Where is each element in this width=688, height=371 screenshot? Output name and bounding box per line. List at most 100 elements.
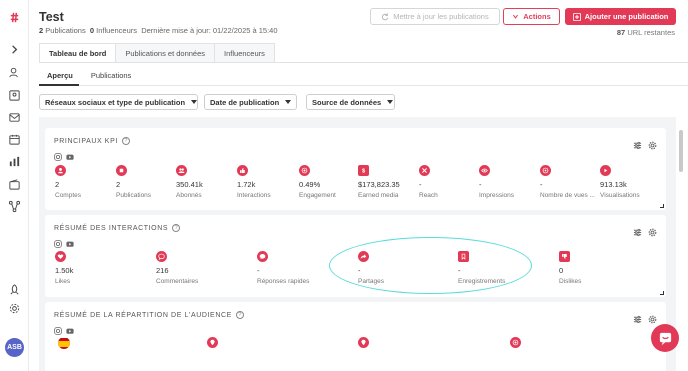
chat-help-button[interactable] [651,324,679,352]
youtube-icon [66,322,74,334]
card-tools [633,224,657,237]
highlight-ellipse [329,237,532,294]
active-subtab-indicator [39,84,79,86]
url-remaining: 87 URL restantes [617,28,675,37]
calendar-icon[interactable] [6,131,23,148]
sliders-icon[interactable] [633,224,642,237]
spain-flag-icon [58,337,70,349]
scrollbar-thumb[interactable] [679,130,683,172]
reply-icon [257,251,268,262]
user-search-icon[interactable] [6,64,23,81]
caret-down-icon [387,100,394,104]
kpi-value: - [257,266,260,275]
instagram-icon [54,148,62,161]
rocket-icon[interactable] [6,281,23,298]
expand-chevron-icon[interactable] [6,41,23,58]
influencers-label: Influenceurs [96,26,138,35]
tab-publications-data[interactable]: Publications et données [115,43,216,63]
actions-button[interactable]: Actions [503,8,560,25]
url-count: 87 [616,28,626,37]
network-icons [54,322,74,335]
interaction-dislikes: 0 Dislikes [559,251,639,285]
location-pin-icon [358,337,369,348]
user-icon [55,165,66,176]
gear-icon[interactable] [648,311,657,324]
instagram-icon [54,322,62,335]
subtabs-divider [39,85,688,86]
network-icon[interactable] [6,198,23,215]
caret-down-icon [191,100,198,104]
kpi-value: 0 [559,266,564,275]
interaction-quick-replies: - Réponses rapides [257,251,337,285]
user-avatar[interactable]: ASB [5,338,24,357]
card-tools [633,137,657,150]
caret-down-icon [285,100,292,104]
tab-influencers[interactable]: Influenceurs [214,43,275,63]
kpi-title-text: PRINCIPAUX KPI [54,137,118,145]
help-icon[interactable]: ? [235,311,244,319]
sliders-icon[interactable] [633,137,642,150]
page-title: Test [39,10,64,24]
audience-title-text: RÉSUMÉ DE LA RÉPARTITION DE L'AUDIENCE [54,311,232,319]
app-logo-icon[interactable] [6,9,23,26]
sliders-icon[interactable] [633,311,642,324]
subtab-publications[interactable]: Publications [91,71,131,80]
last-update: Dernière mise à jour: 01/22/2025 à 15:40 [141,26,278,35]
interaction-comments: 216 Commentaires [156,251,236,285]
users-icon [176,165,187,176]
youtube-icon [66,148,74,160]
wallet-icon[interactable] [6,176,23,193]
location-pin-icon [207,337,218,348]
stop-icon [116,165,127,176]
thumb-icon [237,165,248,176]
interactions-card-title: RÉSUMÉ DES INTERACTIONS ? [54,224,181,232]
audience-card-title: RÉSUMÉ DE LA RÉPARTITION DE L'AUDIENCE ? [54,311,244,319]
tab-dashboard[interactable]: Tableau de bord [39,43,117,63]
actions-label: Actions [523,12,551,21]
filter-social-networks[interactable]: Réseaux sociaux et type de publication [39,94,198,110]
update-publications-button[interactable]: Mettre à jour les publications [370,8,500,25]
resize-handle[interactable] [660,204,664,208]
filter-publication-date[interactable]: Date de publication [204,94,297,110]
kpi-card: PRINCIPAUX KPI ? 2 Comptes 2 Publication… [45,128,666,210]
plus-square-icon [572,12,581,21]
bar-chart-icon[interactable] [6,153,23,170]
help-icon[interactable]: ? [172,224,181,232]
gear-icon[interactable] [648,224,657,237]
audience-card: RÉSUMÉ DE LA RÉPARTITION DE L'AUDIENCE ? [45,302,666,371]
interactions-title-text: RÉSUMÉ DES INTERACTIONS [54,224,169,232]
kpi-visualizations: 913.13k Visualisations [600,165,680,199]
url-label: URL restantes [627,28,675,37]
play-icon [600,165,611,176]
publications-count: 2 [39,26,44,35]
network-icons [54,235,74,248]
refresh-icon [382,12,389,20]
settings-gear-icon[interactable] [6,300,23,317]
subtab-overview[interactable]: Aperçu [47,71,73,80]
interaction-likes: 1.50k Likes [55,251,135,285]
kpi-label: Dislikes [559,278,582,285]
resize-handle[interactable] [660,291,664,295]
gear-icon[interactable] [648,137,657,150]
kpi-value: 913.13k [600,180,627,189]
kpi-value: 216 [156,266,169,275]
add-publication-button[interactable]: Ajouter une publication [565,8,676,25]
kpi-label: Commentaires [156,278,199,285]
update-publications-label: Mettre à jour les publications [393,12,489,21]
left-sidebar: ASB [0,0,29,371]
filter-publication-date-label: Date de publication [210,97,280,107]
target-icon [299,165,310,176]
dollar-icon: $ [358,165,369,176]
kpi-label: Visualisations [600,192,640,199]
kpi-label: Likes [55,278,71,285]
dislike-icon [559,251,570,262]
contact-card-icon[interactable] [6,87,23,104]
filter-data-source[interactable]: Source de données [306,94,395,110]
add-publication-label: Ajouter une publication [584,12,669,21]
card-tools [633,311,657,324]
mail-icon[interactable] [6,109,23,126]
help-icon[interactable]: ? [121,137,130,145]
sub-tabs: Aperçu Publications [47,71,131,80]
instagram-icon [54,235,62,248]
publications-label: Publications [45,26,86,35]
